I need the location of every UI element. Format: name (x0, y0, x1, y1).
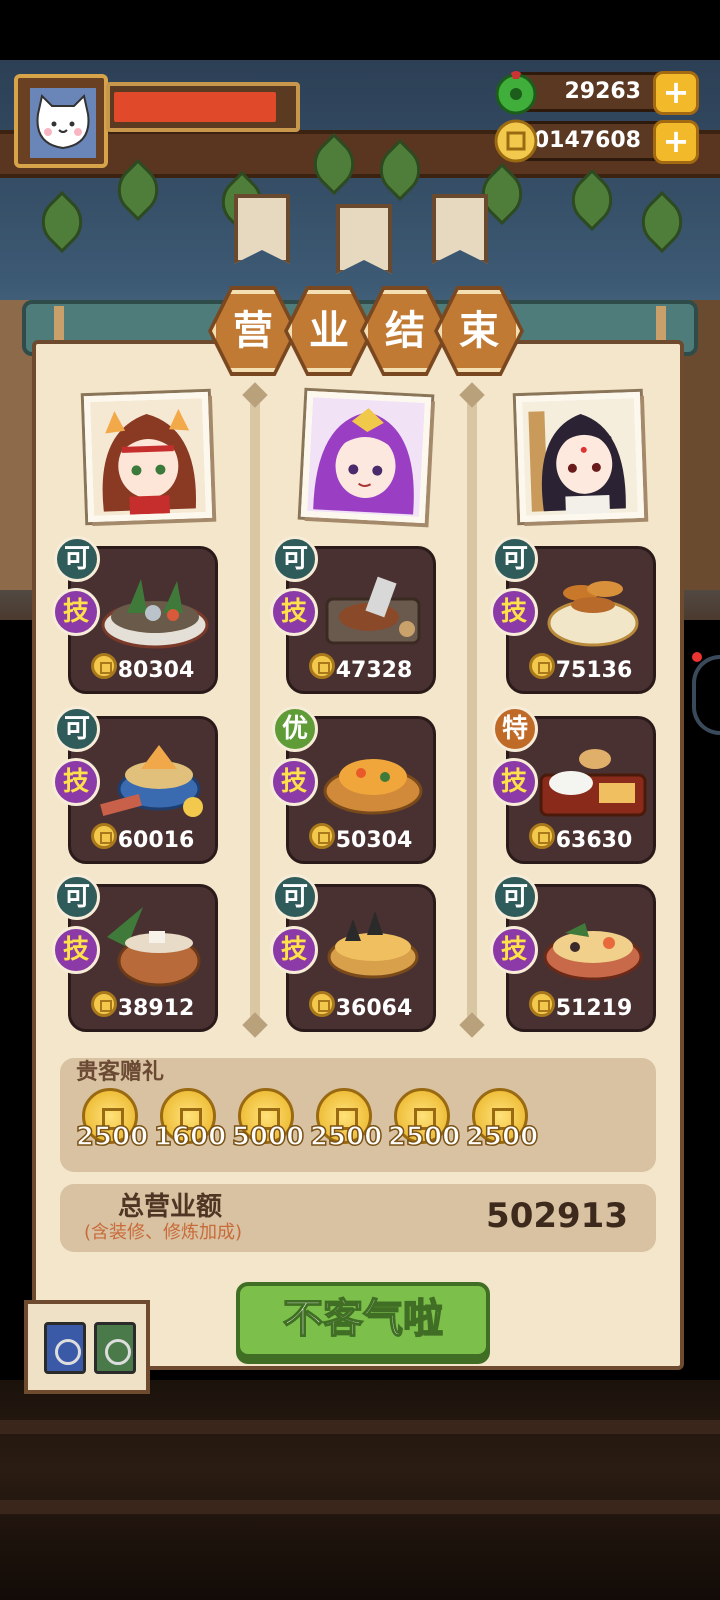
player-avatar[interactable] (14, 74, 108, 168)
add-jade-button[interactable]: + (653, 71, 699, 115)
grade-badge: 可 (492, 874, 538, 920)
gold-counter: 20147608 + (494, 119, 699, 164)
skill-badge: 技 (270, 588, 318, 636)
grade-badge: 可 (54, 874, 100, 920)
total-revenue-value: 502913 (486, 1196, 628, 1236)
skill-badge: 技 (270, 926, 318, 974)
dish-price: 36064 (335, 996, 413, 1021)
gift-item: 1600 (152, 1088, 228, 1168)
pie-dish-icon (327, 911, 419, 979)
skill-badge: 技 (52, 758, 100, 806)
gift-amount: 2500 (465, 1121, 539, 1153)
chef-black-hair-icon (522, 398, 638, 516)
health-bar (106, 82, 300, 132)
curry-dish-icon (323, 759, 423, 815)
gift-amount: 5000 (231, 1121, 305, 1153)
column-divider (250, 400, 260, 1020)
paw-flag (336, 204, 392, 274)
floor (0, 1380, 720, 1600)
add-gold-button[interactable]: + (653, 120, 699, 164)
mushroom-soup-dish-icon (547, 581, 639, 647)
paw-flag (234, 194, 290, 264)
guest-gifts-section: 贵客赠礼 2500 1600 5000 2500 2500 2500 (60, 1058, 656, 1172)
paw-flag (432, 194, 488, 264)
claypot-dish-icon (107, 907, 201, 987)
floor-plank (0, 1500, 720, 1514)
chef-portrait-purple-hair (300, 390, 432, 524)
chef-portrait-red-hair (83, 391, 213, 523)
dish-price: 75136 (555, 658, 633, 683)
steak-dish-icon (325, 576, 421, 645)
skill-badge: 技 (52, 588, 100, 636)
dish-price: 47328 (335, 658, 413, 683)
notification-dot (692, 652, 702, 662)
jade-icon (495, 71, 537, 115)
column-divider (467, 400, 477, 1020)
gift-amount: 1600 (153, 1121, 227, 1153)
gift-amount: 2500 (387, 1121, 461, 1153)
leaf-decoration (630, 190, 694, 254)
banquet-dish-icon (100, 745, 203, 817)
dish-price: 50304 (335, 828, 413, 853)
floor-plank (0, 1420, 720, 1434)
gold-coin-icon (494, 119, 538, 163)
chef-portrait-black-hair (515, 391, 645, 523)
gift-item: 2500 (386, 1088, 462, 1168)
leaf-decoration (560, 168, 624, 232)
gifts-title: 贵客赠礼 (76, 1060, 165, 1085)
jade-amount: 29263 (564, 79, 641, 104)
gift-item: 5000 (230, 1088, 306, 1168)
gallery-toggle-button[interactable] (94, 1322, 136, 1374)
jade-counter: 29263 + (495, 71, 699, 115)
skill-badge: 技 (52, 926, 100, 974)
cat-avatar-icon (30, 88, 96, 158)
gift-item: 2500 (74, 1088, 150, 1168)
gift-amount: 2500 (309, 1121, 383, 1153)
dish-price: 63630 (555, 828, 633, 853)
side-menu-handle[interactable] (692, 655, 720, 735)
grade-badge: 可 (272, 536, 318, 582)
gift-item: 2500 (308, 1088, 384, 1168)
dish-price: 51219 (555, 996, 633, 1021)
grade-badge: 特 (492, 706, 538, 752)
grade-badge: 可 (492, 536, 538, 582)
grade-badge: 可 (272, 874, 318, 920)
dish-price: 38912 (117, 996, 195, 1021)
mini-toolbar (24, 1300, 150, 1394)
health-bar-fill (114, 92, 276, 122)
chef-red-hair-icon (90, 398, 206, 516)
gift-item: 2500 (464, 1088, 540, 1168)
chef-purple-hair-icon (307, 397, 425, 517)
skill-badge: 技 (490, 588, 538, 636)
dish-price: 60016 (117, 828, 195, 853)
leaf-decoration (30, 190, 94, 254)
panel-title: 营 业 结 束 (208, 286, 524, 376)
skill-badge: 技 (490, 926, 538, 974)
total-revenue-note: (含装修、修炼加成) (84, 1222, 243, 1243)
hotpot-dish-icon (101, 579, 209, 649)
dish-price: 80304 (117, 658, 195, 683)
total-revenue-section: 总营业额 (含装修、修炼加成) 502913 (60, 1184, 656, 1252)
set-meal-dish-icon (539, 749, 647, 817)
noodle-dish-icon (543, 923, 643, 981)
grade-badge: 优 (272, 706, 318, 752)
skill-badge: 技 (490, 758, 538, 806)
grade-badge: 可 (54, 536, 100, 582)
confirm-button[interactable]: 不客气啦 (236, 1282, 490, 1358)
skill-badge: 技 (270, 758, 318, 806)
grade-badge: 可 (54, 706, 100, 752)
gift-amount: 2500 (75, 1121, 149, 1153)
camera-toggle-button[interactable] (44, 1322, 86, 1374)
